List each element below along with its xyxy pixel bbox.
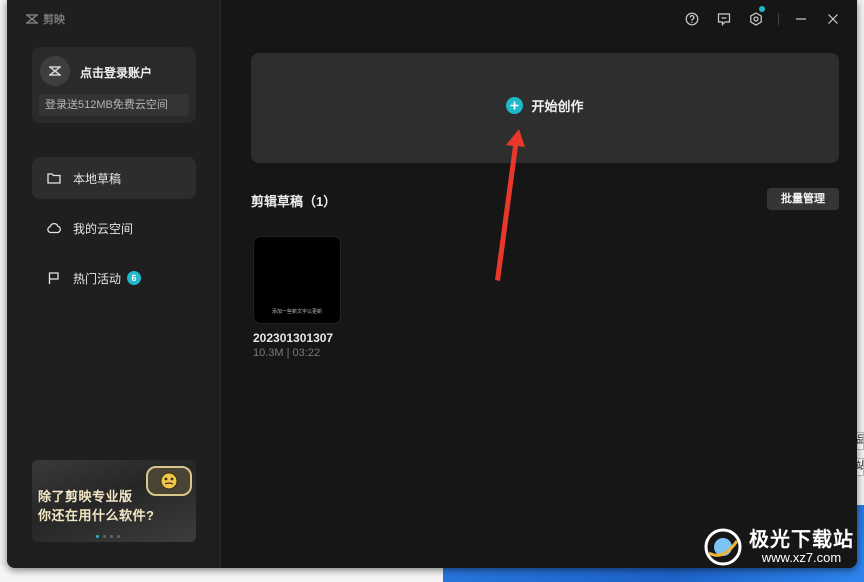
- feedback-icon: [717, 13, 731, 26]
- close-icon: [828, 14, 838, 24]
- sidebar-item-hot-events[interactable]: 热门活动 6: [32, 257, 196, 299]
- carousel-dots[interactable]: [96, 535, 120, 538]
- minimize-button[interactable]: [785, 8, 817, 30]
- sidebar-item-local-drafts[interactable]: 本地草稿: [32, 157, 196, 199]
- titlebar-controls: [676, 6, 849, 30]
- sidebar-item-cloud-space[interactable]: 我的云空间: [32, 207, 196, 249]
- app-logo: 剪映: [25, 11, 65, 27]
- start-create-label: 开始创作: [531, 98, 584, 114]
- promo-banner[interactable]: 除了剪映专业版 你还在用什么软件?: [32, 460, 196, 542]
- flag-icon: [48, 272, 59, 284]
- settings-icon: [750, 12, 762, 26]
- cloud-icon: [47, 223, 61, 234]
- app-window: 剪映 点击登录账户 登录送512MB免费云空间 本地草稿 我的云空间 热门活动 …: [7, 0, 857, 568]
- carousel-dot[interactable]: [96, 535, 99, 538]
- help-button[interactable]: [676, 8, 708, 30]
- capcut-logo-icon: [26, 14, 38, 24]
- carousel-dot[interactable]: [110, 535, 113, 538]
- help-icon: [685, 12, 699, 26]
- plus-icon: [506, 96, 524, 114]
- carousel-dot[interactable]: [103, 535, 106, 538]
- settings-notification-dot: [759, 6, 765, 12]
- watermark-logo-icon: [704, 528, 742, 566]
- titlebar-divider: [778, 13, 779, 25]
- notification-badge: 6: [127, 271, 142, 285]
- watermark: 极光下载站 www.xz7.com: [703, 527, 854, 567]
- feedback-button[interactable]: [708, 8, 740, 30]
- batch-manage-button[interactable]: 批量管理: [767, 188, 839, 210]
- avatar[interactable]: [40, 56, 70, 86]
- draft-name: 202301301307: [253, 331, 334, 345]
- capcut-logo-icon: [49, 66, 61, 76]
- close-button[interactable]: [817, 8, 849, 30]
- banner-text: 除了剪映专业版 你还在用什么软件?: [38, 487, 154, 525]
- account-card[interactable]: 点击登录账户 登录送512MB免费云空间: [32, 47, 196, 123]
- draft-card[interactable]: 添加一些新文字以更新 202301301307 10.3M | 03:22: [253, 236, 343, 359]
- watermark-url: www.xz7.com: [761, 550, 842, 565]
- sidebar-item-label: 我的云空间: [73, 221, 134, 236]
- settings-button[interactable]: [740, 6, 772, 30]
- banner-line-2: 你还在用什么软件?: [38, 508, 155, 523]
- folder-icon: [47, 173, 61, 184]
- watermark-title: 极光下载站: [749, 529, 854, 551]
- sidebar-item-label: 本地草稿: [73, 171, 122, 186]
- main-content: 开始创作 剪辑草稿（1） 批量管理 添加一些新文字以更新 20230130130…: [221, 0, 857, 568]
- thumbnail-caption: 添加一些新文字以更新: [271, 309, 322, 315]
- sidebar-item-label: 热门活动: [73, 271, 122, 286]
- login-link[interactable]: 点击登录账户: [80, 64, 152, 81]
- start-create-button[interactable]: 开始创作: [251, 53, 839, 163]
- drafts-section-title: 剪辑草稿（1）: [251, 194, 337, 209]
- desktop-background: [0, 566, 443, 582]
- draft-meta: 10.3M | 03:22: [253, 347, 321, 359]
- app-name: 剪映: [43, 14, 65, 26]
- draft-thumbnail[interactable]: 添加一些新文字以更新: [253, 236, 341, 324]
- sidebar: 剪映 点击登录账户 登录送512MB免费云空间 本地草稿 我的云空间 热门活动 …: [7, 0, 221, 568]
- banner-line-1: 除了剪映专业版: [38, 489, 133, 504]
- cloud-promo: 登录送512MB免费云空间: [39, 94, 189, 116]
- carousel-dot[interactable]: [117, 535, 120, 538]
- minimize-icon: [796, 18, 806, 20]
